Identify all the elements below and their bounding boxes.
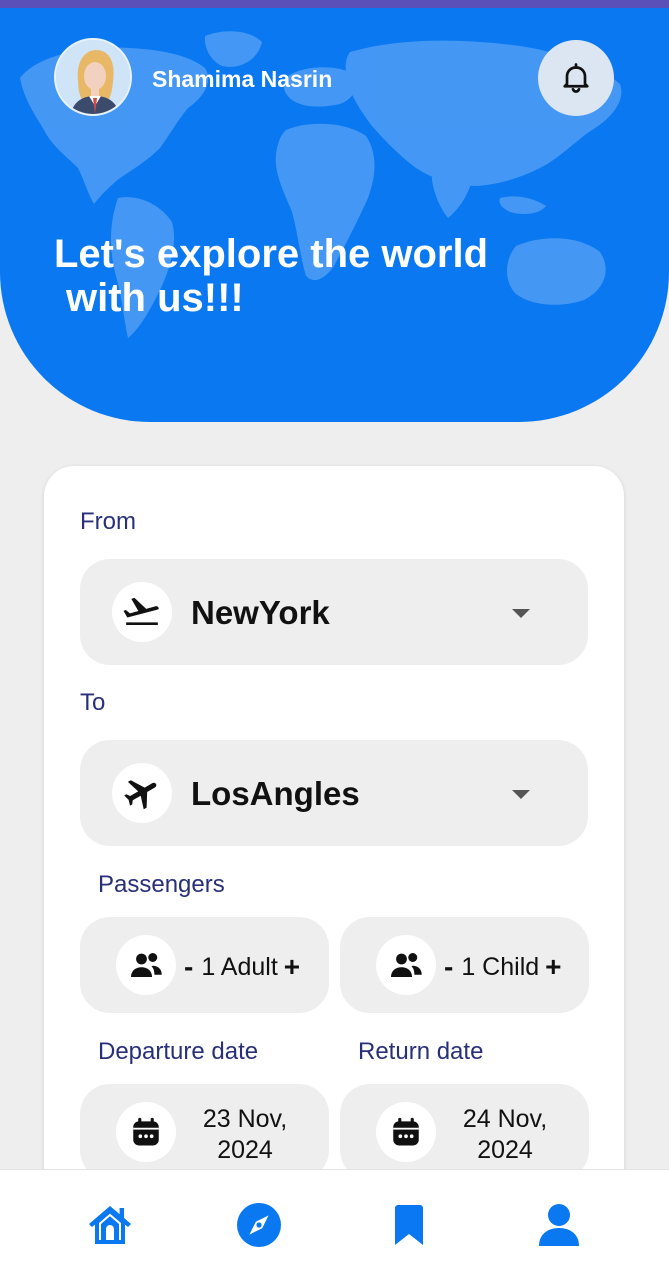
bottom-navigation [0,1169,669,1280]
calendar-icon [393,1117,419,1146]
child-decrement-button[interactable]: - [444,951,453,983]
to-icon-holder [112,763,172,823]
nav-profile[interactable] [534,1200,584,1250]
to-label: To [80,689,106,716]
adult-decrement-button[interactable]: - [184,951,193,983]
child-count: 1 Child [461,952,540,981]
calendar-icon [133,1117,159,1146]
child-counter-controls: - 1 Child + [444,951,562,983]
people-icon [131,953,162,977]
return-date-line-2: 2024 [477,1136,533,1164]
nav-bookmarks[interactable] [384,1200,434,1250]
nav-home[interactable] [85,1200,135,1250]
departure-date-value: 23 Nov, 2024 [180,1104,310,1166]
from-value: NewYork [191,594,330,631]
departure-date-label: Departure date [98,1038,259,1065]
departure-date-line-2: 2024 [217,1136,273,1164]
notification-button[interactable] [538,40,614,116]
people-icon [391,953,422,977]
return-date-value: 24 Nov, 2024 [440,1104,570,1166]
adult-counter-controls: - 1 Adult + [184,951,300,983]
to-value: LosAngles [191,775,360,812]
departure-calendar-holder [116,1102,176,1162]
header-banner: Shamima Nasrin Let's explore the world w… [0,8,669,422]
return-date-line-1: 24 Nov, [462,1105,548,1133]
user-name: Shamima Nasrin [152,66,333,92]
bookmark-icon [395,1205,423,1245]
from-label: From [80,508,136,535]
chevron-down-icon [512,609,530,618]
avatar[interactable] [54,38,132,116]
plane-icon [124,780,157,810]
passengers-label: Passengers [98,871,225,898]
child-icon-holder [376,935,436,995]
top-status-strip [0,0,669,8]
user-icon [539,1204,579,1246]
return-date-label: Return date [358,1038,484,1065]
flight-search-card: From NewYork To LosAngles Passengers - 1… [44,466,624,1246]
child-counter: - 1 Child + [340,917,589,1013]
adult-counter: - 1 Adult + [80,917,329,1013]
departure-date-line-1: 23 Nov, [202,1105,288,1133]
adult-count: 1 Adult [201,952,278,981]
return-date-picker[interactable]: 24 Nov, 2024 [340,1084,589,1180]
plane-takeoff-icon [123,597,159,625]
chevron-down-icon [512,790,530,799]
departure-date-picker[interactable]: 23 Nov, 2024 [80,1084,329,1180]
nav-explore[interactable] [234,1200,284,1250]
from-icon-holder [112,582,172,642]
compass-icon [237,1203,281,1247]
return-calendar-holder [376,1102,436,1162]
bell-icon [563,63,589,93]
child-increment-button[interactable]: + [545,951,561,983]
title-line-1: Let's explore the world [54,232,489,276]
from-select[interactable]: NewYork [80,559,588,665]
home-icon [89,1206,131,1244]
title-line-2: with us!!! [66,276,244,320]
adult-increment-button[interactable]: + [284,951,300,983]
page-title: Let's explore the world with us!!! [54,232,488,320]
to-select[interactable]: LosAngles [80,740,588,846]
adult-icon-holder [116,935,176,995]
